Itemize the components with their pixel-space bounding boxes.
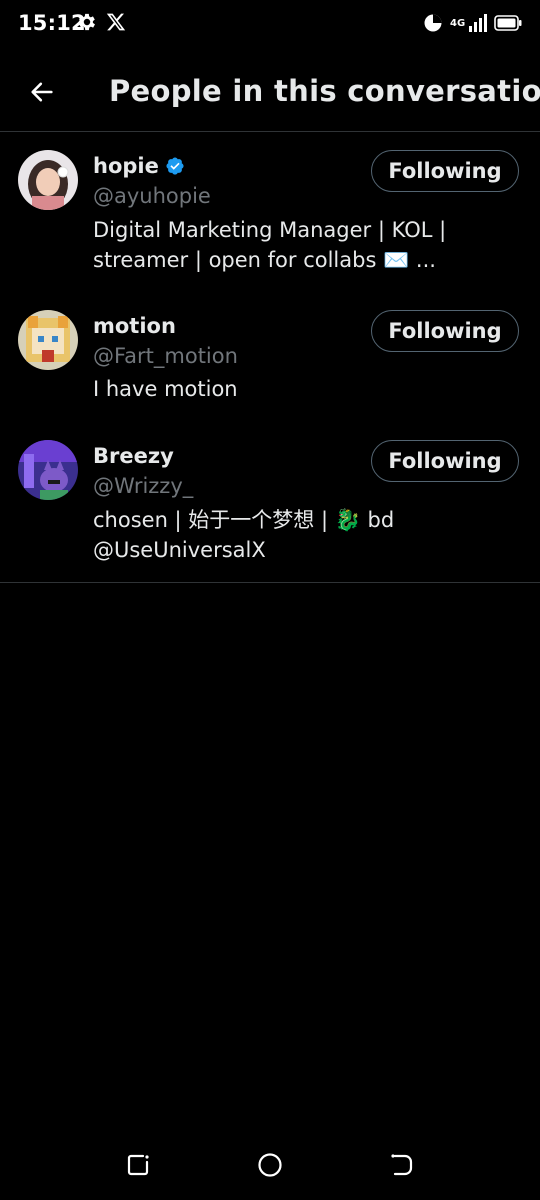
list-item-breezy[interactable]: Breezy @Wrizzy_ chosen | 始于一个梦想 | 🐉 bd @… [0,422,540,572]
arrow-left-icon [31,82,53,102]
person-bio: I have motion [93,374,513,404]
bio-line: streamer | open for collabs ✉️ ... [93,248,436,272]
page-header: People in this conversation [0,48,540,132]
name-row: motion [93,314,176,338]
battery-icon [494,15,522,31]
page-title: People in this conversation [109,74,540,108]
avatar-photo-icon [18,440,78,500]
list-item-motion[interactable]: motion @Fart_motion I have motion Follow… [0,292,540,422]
status-bar: 15:12 4G [0,0,540,48]
status-right-icons: 4G [423,12,522,34]
recents-icon[interactable] [123,1150,153,1180]
person-handle: @Fart_motion [93,344,238,368]
network-type: 4G [450,17,466,29]
name-row: hopie [93,154,185,178]
person-name: motion [93,314,176,338]
person-name: Breezy [93,444,174,468]
person-handle: @ayuhopie [93,184,211,208]
system-nav-bar [0,1140,540,1188]
avatar[interactable] [18,150,78,210]
bio-line: chosen | 始于一个梦想 | 🐉 bd [93,508,395,532]
person-handle: @Wrizzy_ [93,474,194,498]
avatar[interactable] [18,440,78,500]
bio-line: @UseUniversalX [93,538,266,562]
following-button[interactable]: Following [371,440,519,482]
person-bio: Digital Marketing Manager | KOL | stream… [93,215,513,275]
home-circle-icon[interactable] [255,1150,285,1180]
x-logo-icon [106,13,126,31]
data-saver-icon [424,14,442,32]
avatar[interactable] [18,310,78,370]
person-name: hopie [93,154,159,178]
gear-icon [79,13,95,31]
people-list: hopie @ayuhopie Digital Marketing Manage… [0,132,540,583]
verified-badge-icon [166,157,184,175]
person-bio: chosen | 始于一个梦想 | 🐉 bd @UseUniversalX [93,505,513,565]
bio-line: I have motion [93,377,238,401]
following-button[interactable]: Following [371,310,519,352]
back-nav-icon[interactable] [387,1150,417,1180]
name-row: Breezy [93,444,174,468]
signal-icon [469,14,487,32]
list-item-hopie[interactable]: hopie @ayuhopie Digital Marketing Manage… [0,132,540,292]
bio-line: Digital Marketing Manager | KOL | [93,218,447,242]
following-button[interactable]: Following [371,150,519,192]
back-button[interactable] [22,72,62,112]
avatar-photo-icon [18,150,78,210]
avatar-photo-icon [18,310,78,370]
